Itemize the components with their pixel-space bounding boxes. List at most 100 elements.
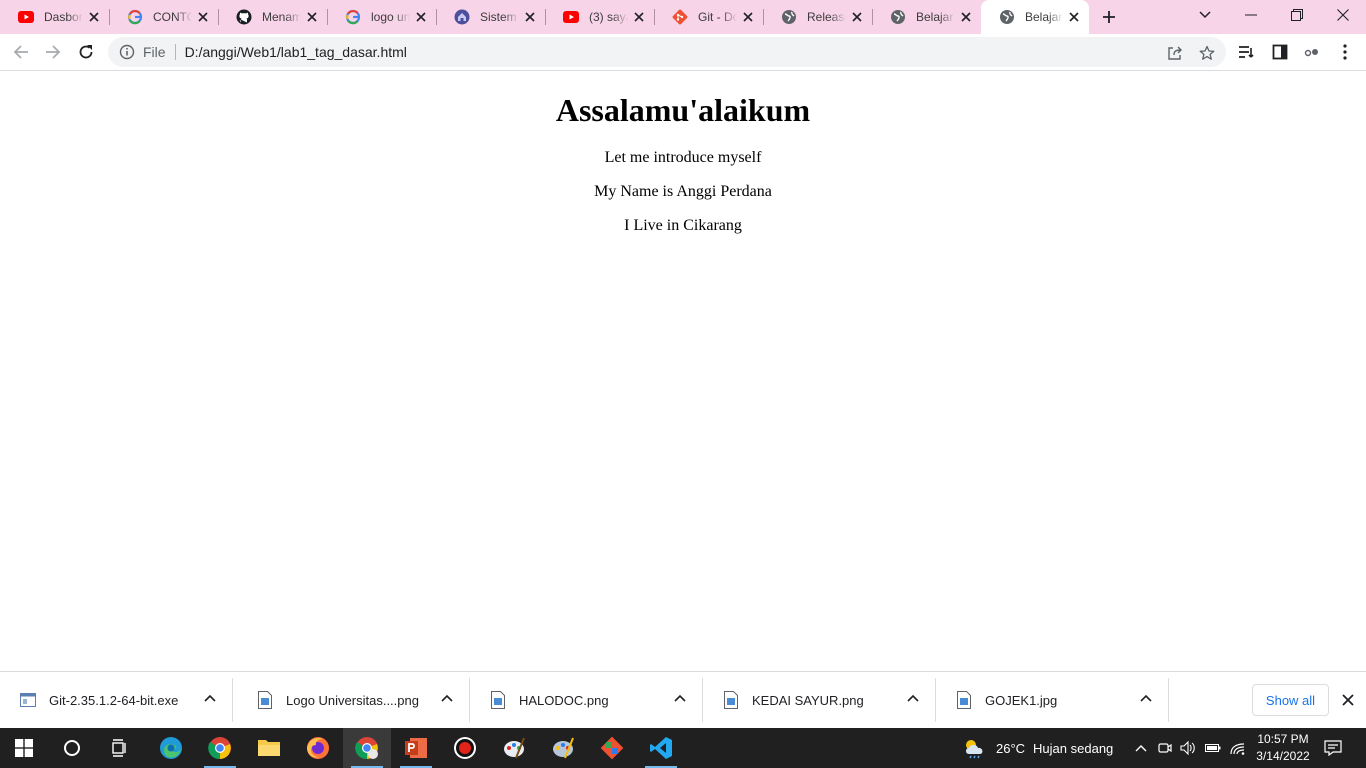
minimize-button[interactable] (1228, 0, 1274, 30)
powerpoint-icon (405, 738, 427, 758)
close-window-button[interactable] (1320, 0, 1366, 30)
close-tab-icon[interactable] (850, 10, 864, 24)
reload-icon (79, 45, 93, 59)
web-page-content: Assalamu'alaikum Let me introduce myself… (0, 71, 1366, 671)
globe-icon (890, 9, 906, 25)
taskbar-chrome-profile[interactable] (343, 728, 391, 768)
start-button[interactable] (0, 728, 48, 768)
task-view-button[interactable] (96, 728, 144, 768)
download-item[interactable]: Git-2.35.1.2-64-bit.exe (0, 672, 233, 728)
download-item[interactable]: Logo Universitas....png (237, 672, 470, 728)
extension-icon[interactable] (1302, 42, 1322, 62)
browser-tab[interactable]: logo uni (327, 0, 436, 34)
taskbar-edge[interactable] (147, 728, 195, 768)
close-tab-icon[interactable] (959, 10, 973, 24)
browser-tab[interactable]: Git - Dov (654, 0, 763, 34)
tab-search-button[interactable] (1182, 0, 1228, 30)
close-tab-icon[interactable] (1067, 10, 1081, 24)
download-filename: Logo Universitas....png (286, 692, 419, 708)
tab-title: (3) sayan (589, 10, 628, 24)
download-item[interactable]: KEDAI SAYUR.png (703, 672, 936, 728)
meet-now-icon[interactable] (1156, 738, 1174, 758)
browser-tab-active[interactable]: Belajar H (981, 0, 1089, 34)
minimize-icon (1245, 14, 1257, 16)
close-tab-icon[interactable] (523, 10, 537, 24)
wifi-icon[interactable] (1229, 738, 1247, 758)
chevron-up-icon[interactable] (203, 692, 217, 706)
browser-toolbar: File D:/anggi/Web1/lab1_tag_dasar.html (0, 34, 1366, 71)
download-item[interactable]: GOJEK1.jpg (936, 672, 1169, 728)
taskbar-chrome[interactable] (196, 728, 244, 768)
new-tab-button[interactable] (1089, 0, 1129, 34)
close-shelf-icon[interactable] (1339, 691, 1357, 709)
browser-tab[interactable]: (3) sayan (545, 0, 654, 34)
folder-icon (258, 740, 280, 756)
show-all-downloads-button[interactable]: Show all (1252, 684, 1329, 716)
taskbar-vscode[interactable] (637, 728, 685, 768)
browser-tab[interactable]: CONTOH (109, 0, 218, 34)
chevron-up-icon[interactable] (440, 692, 454, 706)
download-filename: HALODOC.png (519, 692, 609, 708)
info-icon[interactable] (119, 44, 135, 60)
vscode-icon (650, 737, 672, 759)
taskbar-recorder[interactable] (441, 728, 489, 768)
restore-button[interactable] (1274, 0, 1320, 30)
windows-logo-icon (15, 739, 33, 757)
exe-file-icon (20, 693, 36, 707)
address-bar[interactable]: File D:/anggi/Web1/lab1_tag_dasar.html (108, 37, 1226, 67)
share-icon[interactable] (1166, 44, 1184, 62)
close-tab-icon[interactable] (305, 10, 319, 24)
weather-widget[interactable]: 26°C Hujan sedang (962, 728, 1113, 768)
bookmark-star-icon[interactable] (1198, 44, 1216, 62)
close-tab-icon[interactable] (196, 10, 210, 24)
browser-tab[interactable]: Dasbor c (0, 0, 109, 34)
browser-tab[interactable]: Release (763, 0, 872, 34)
close-tab-icon[interactable] (414, 10, 428, 24)
chevron-up-icon[interactable] (906, 692, 920, 706)
side-panel-icon[interactable] (1270, 42, 1290, 62)
chrome-profile-icon (355, 737, 378, 760)
download-filename: KEDAI SAYUR.png (752, 692, 864, 708)
chevron-up-icon[interactable] (1139, 692, 1153, 706)
reload-button[interactable] (72, 38, 100, 66)
back-button[interactable] (7, 38, 35, 66)
scheme-label: File (143, 44, 166, 60)
taskbar-powerpoint[interactable] (392, 728, 440, 768)
paragraph-intro: Let me introduce myself (604, 149, 762, 166)
image-file-icon (957, 691, 971, 709)
close-tab-icon[interactable] (741, 10, 755, 24)
browser-tab[interactable]: Sistem In (436, 0, 545, 34)
tab-title: Menamb (262, 10, 301, 24)
browser-tab[interactable]: Menamb (218, 0, 327, 34)
browser-tab[interactable]: Belajar H (872, 0, 981, 34)
taskbar-firefox[interactable] (294, 728, 342, 768)
url-text[interactable]: D:/anggi/Web1/lab1_tag_dasar.html (185, 44, 407, 60)
close-tab-icon[interactable] (632, 10, 646, 24)
more-menu-icon[interactable] (1335, 42, 1355, 62)
taskbar-file-explorer[interactable] (245, 728, 293, 768)
tab-strip: Dasbor c CONTOH Menamb logo uni Sistem I… (0, 0, 1366, 34)
chevron-up-icon[interactable] (673, 692, 687, 706)
tray-overflow-chevron-icon[interactable] (1132, 738, 1150, 758)
search-circle-icon (64, 740, 80, 756)
system-clock[interactable]: 10:57 PM 3/14/2022 (1246, 731, 1320, 765)
close-tab-icon[interactable] (87, 10, 101, 24)
forward-button[interactable] (39, 38, 67, 66)
notification-icon[interactable] (1324, 738, 1342, 758)
university-icon (454, 9, 470, 25)
weather-condition: Hujan sedang (1033, 740, 1114, 756)
reading-list-icon[interactable] (1237, 42, 1257, 62)
taskbar-git-gui[interactable] (588, 728, 636, 768)
tab-title: Belajar H (916, 10, 955, 24)
firefox-icon (307, 737, 329, 759)
clock-date: 3/14/2022 (1256, 749, 1310, 763)
search-button[interactable] (48, 728, 96, 768)
tab-title: Belajar H (1025, 10, 1063, 24)
taskbar-paint-3d[interactable] (539, 728, 587, 768)
plus-icon (1103, 11, 1115, 23)
taskbar-paint[interactable] (490, 728, 538, 768)
volume-icon[interactable] (1179, 738, 1197, 758)
battery-icon[interactable] (1204, 738, 1222, 758)
download-item[interactable]: HALODOC.png (470, 672, 703, 728)
github-icon (236, 9, 252, 25)
